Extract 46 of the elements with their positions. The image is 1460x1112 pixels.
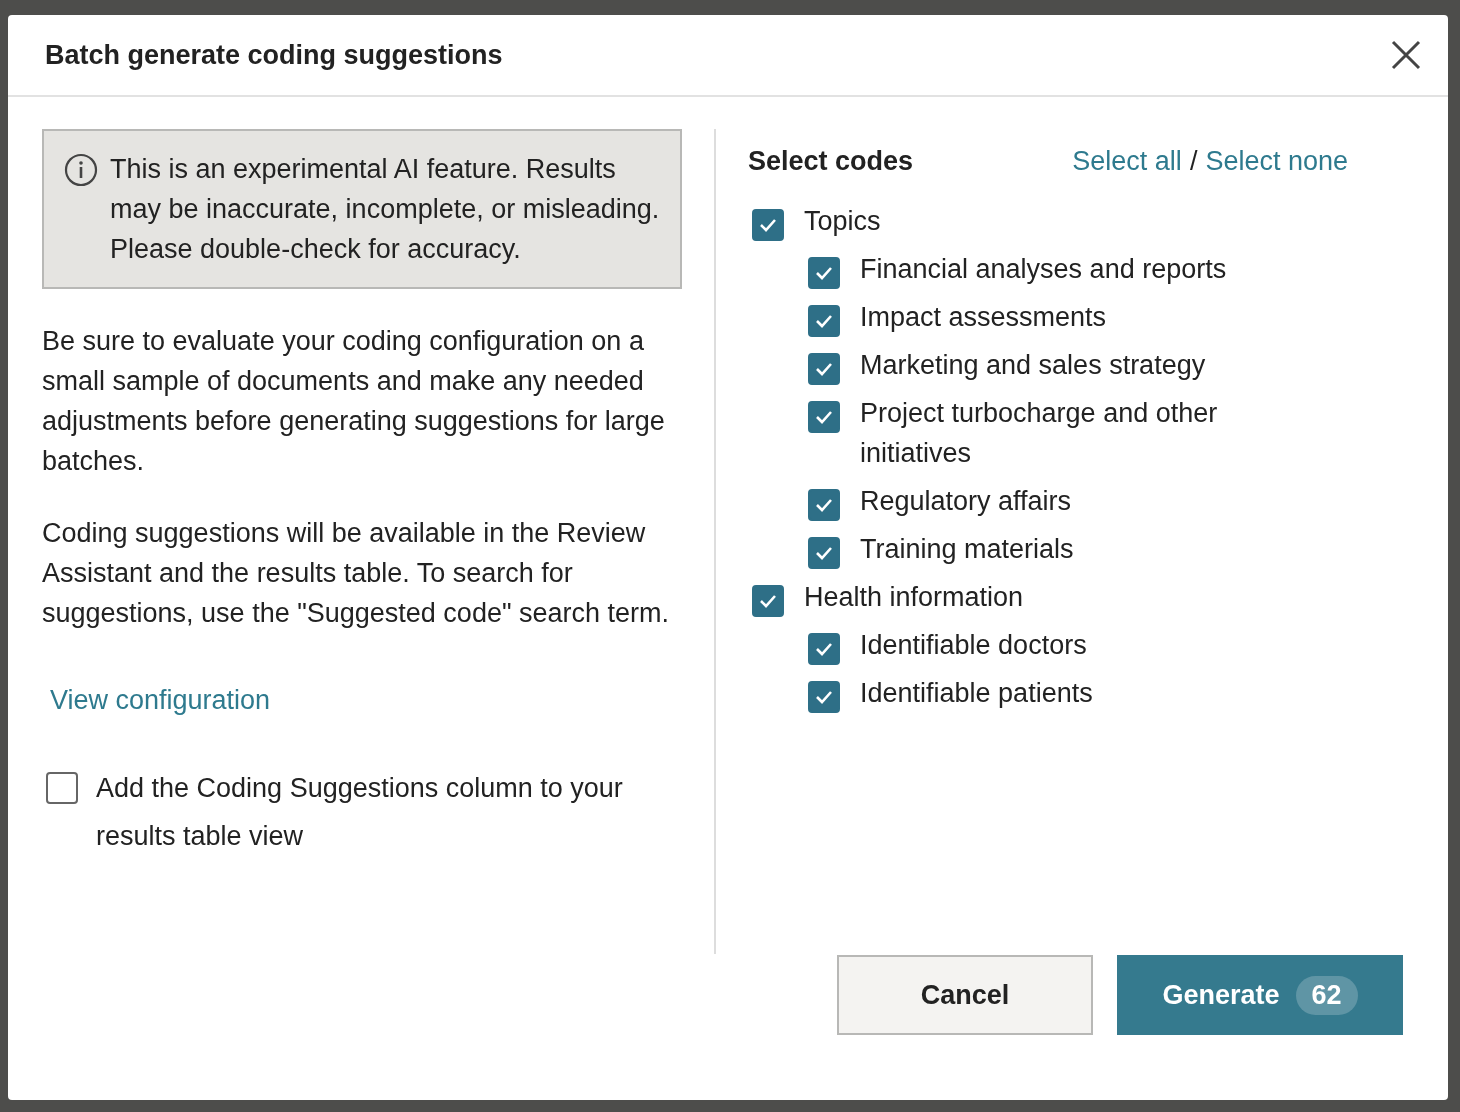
count-badge: 62 — [1295, 975, 1358, 1015]
code-label: Training materials — [860, 533, 1074, 566]
code-label: Health information — [804, 581, 1024, 614]
checkmark-icon — [815, 266, 833, 280]
generate-button[interactable]: Generate 62 — [1117, 955, 1403, 1035]
description-text: Be sure to evaluate your coding configuration on a small sample of documents and make any needed adjustments before generating suggestions for large batches. — [42, 325, 666, 478]
code-label: Topics — [804, 205, 881, 238]
code-label: Project turbocharge and other initiatives — [860, 397, 1219, 470]
description-text: Coding suggestions will be available in the Review Assistant and the results table. To search for suggestions, use the "Suggested code" search term. — [42, 517, 671, 630]
code-label: Identifiable patients — [860, 677, 1093, 710]
checkmark-icon — [815, 546, 833, 560]
section-heading: Select codes — [748, 145, 914, 177]
checkmark-icon — [759, 594, 777, 608]
checkbox-label: Add the Coding Suggestions column to your results table view — [96, 772, 624, 853]
code-label: Financial analyses and reports — [860, 253, 1227, 286]
separator-text: / — [1189, 145, 1198, 177]
code-label: Marketing and sales strategy — [860, 349, 1206, 382]
checkbox[interactable] — [808, 401, 840, 433]
checkbox[interactable] — [808, 353, 840, 385]
code-label: Regulatory affairs — [860, 485, 1072, 518]
checkbox[interactable] — [752, 585, 784, 617]
dialog-title: Batch generate coding suggestions — [45, 39, 503, 71]
checkbox[interactable] — [808, 537, 840, 569]
checkbox[interactable] — [808, 257, 840, 289]
checkmark-icon — [815, 498, 833, 512]
select-all-link[interactable]: Select all — [1072, 145, 1182, 177]
checkmark-icon — [815, 642, 833, 656]
info-icon — [64, 153, 98, 187]
code-label: Impact assessments — [860, 301, 1107, 334]
code-label: Identifiable doctors — [860, 629, 1087, 662]
checkbox[interactable] — [46, 772, 78, 804]
checkmark-icon — [815, 314, 833, 328]
checkmark-icon — [815, 690, 833, 704]
checkmark-icon — [759, 218, 777, 232]
checkbox[interactable] — [752, 209, 784, 241]
checkbox[interactable] — [808, 681, 840, 713]
button-label: Generate — [1162, 979, 1280, 1011]
checkbox[interactable] — [808, 489, 840, 521]
select-none-link[interactable]: Select none — [1205, 145, 1348, 177]
checkbox[interactable] — [808, 305, 840, 337]
checkmark-icon — [815, 362, 833, 376]
cancel-button[interactable]: Cancel — [837, 955, 1093, 1035]
notice-text: This is an experimental AI feature. Results may be inaccurate, incomplete, or misleading. Please double-check for accuracy. — [110, 153, 660, 266]
checkbox[interactable] — [808, 633, 840, 665]
view-configuration-link[interactable]: View configuration — [50, 685, 271, 716]
checkmark-icon — [815, 410, 833, 424]
